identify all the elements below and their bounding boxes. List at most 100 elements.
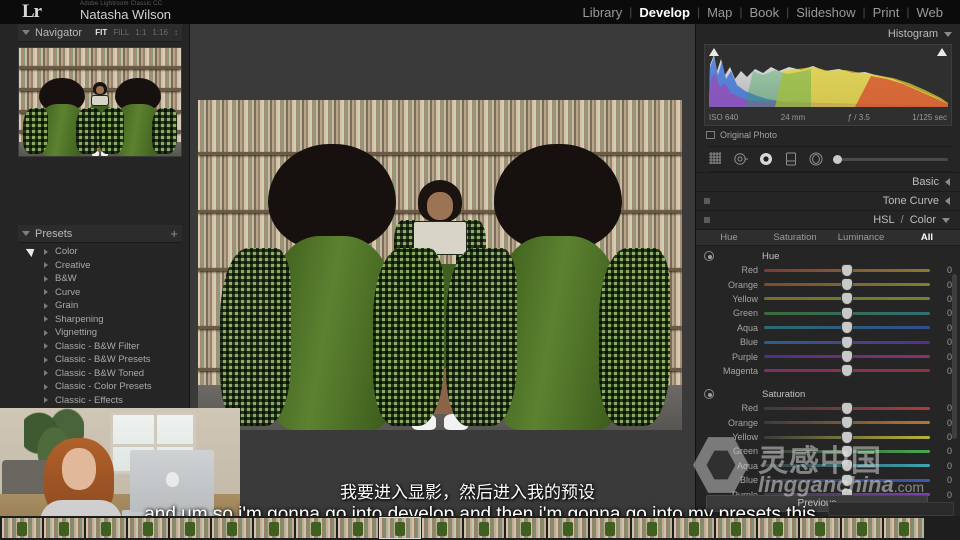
slider-sat-orange[interactable]: Orange 0 (696, 416, 960, 430)
module-map[interactable]: Map (700, 5, 739, 20)
slider-knob[interactable] (842, 403, 852, 414)
slider-knob[interactable] (842, 279, 852, 290)
image-canvas[interactable] (190, 24, 695, 516)
panel-basic[interactable]: Basic (696, 172, 960, 191)
crop-overlay-tool-icon[interactable] (708, 151, 724, 167)
tool-amount-slider-knob[interactable] (833, 155, 842, 164)
panel-enable-switch[interactable] (704, 198, 710, 204)
slider-knob[interactable] (842, 293, 852, 304)
filmstrip-thumbnail[interactable] (884, 518, 924, 538)
slider-knob[interactable] (842, 365, 852, 376)
tab-saturation[interactable]: Saturation (762, 232, 828, 243)
right-panel-scrollbar[interactable] (952, 274, 957, 439)
preset-group-creative[interactable]: Creative (18, 259, 182, 273)
navigator-header[interactable]: Navigator FIT FILL 1:1 1:16 ↕ (18, 24, 182, 42)
main-photo[interactable] (198, 100, 682, 430)
tab-all[interactable]: All (894, 232, 960, 243)
preset-group-classic-color-presets[interactable]: Classic - Color Presets (18, 380, 182, 394)
filmstrip-thumbnail[interactable] (800, 518, 840, 538)
slider-track[interactable] (764, 326, 930, 329)
red-eye-correction-tool-icon[interactable] (758, 151, 774, 167)
module-slideshow[interactable]: Slideshow (789, 5, 862, 20)
histogram-header[interactable]: Histogram (696, 24, 960, 44)
module-library[interactable]: Library (575, 5, 629, 20)
filmstrip-thumbnail[interactable] (674, 518, 714, 538)
slider-knob[interactable] (842, 337, 852, 348)
zoom-fit[interactable]: FIT (95, 28, 107, 37)
chevron-down-icon[interactable] (22, 30, 30, 35)
filmstrip-thumbnail[interactable] (422, 518, 462, 538)
radial-filter-tool-icon[interactable] (808, 151, 824, 167)
chevron-left-icon[interactable] (945, 178, 950, 186)
chevron-down-icon[interactable] (942, 218, 950, 223)
preset-group-classic-bw-presets[interactable]: Classic - B&W Presets (18, 353, 182, 367)
filmstrip-thumbnail[interactable] (758, 518, 798, 538)
filmstrip-thumbnail[interactable] (128, 518, 168, 538)
slider-track[interactable] (764, 421, 930, 424)
filmstrip-thumbnail[interactable] (716, 518, 756, 538)
slider-knob[interactable] (842, 265, 852, 276)
filmstrip[interactable] (0, 516, 960, 540)
tool-amount-slider[interactable] (833, 158, 948, 161)
filmstrip-thumbnail[interactable] (548, 518, 588, 538)
graduated-filter-tool-icon[interactable] (783, 151, 799, 167)
panel-hsl-color[interactable]: HSL / Color (696, 210, 960, 229)
slider-knob[interactable] (842, 322, 852, 333)
preset-group-vignetting[interactable]: Vignetting (18, 326, 182, 340)
slider-track[interactable] (764, 355, 930, 358)
filmstrip-thumbnail[interactable] (296, 518, 336, 538)
navigator-preview[interactable] (18, 47, 182, 157)
target-adjustment-icon[interactable] (704, 389, 714, 399)
filmstrip-thumbnail[interactable] (842, 518, 882, 538)
toolbar-control-strip[interactable] (828, 502, 954, 516)
preset-group-classic-bw-filter[interactable]: Classic - B&W Filter (18, 340, 182, 354)
filmstrip-thumbnail[interactable] (506, 518, 546, 538)
chevron-down-icon[interactable] (22, 231, 30, 236)
filmstrip-thumbnail[interactable] (254, 518, 294, 538)
panel-tone-curve[interactable]: Tone Curve (696, 191, 960, 210)
filmstrip-thumbnail[interactable] (86, 518, 126, 538)
filmstrip-thumbnail[interactable] (632, 518, 672, 538)
filmstrip-thumbnail[interactable] (2, 518, 42, 538)
tab-hue[interactable]: Hue (696, 232, 762, 243)
slider-knob[interactable] (842, 351, 852, 362)
slider-track[interactable] (764, 312, 930, 315)
module-web[interactable]: Web (910, 5, 951, 20)
shadow-clipping-indicator[interactable] (709, 48, 719, 56)
slider-track[interactable] (764, 341, 930, 344)
slider-hue-blue[interactable]: Blue 0 (696, 335, 960, 349)
original-photo-row[interactable]: Original Photo (696, 126, 960, 144)
preset-group-grain[interactable]: Grain (18, 299, 182, 313)
spot-removal-tool-icon[interactable] (733, 151, 749, 167)
preset-group-classic-effects[interactable]: Classic - Effects (18, 394, 182, 408)
preset-group-classic-bw-toned[interactable]: Classic - B&W Toned (18, 367, 182, 381)
slider-hue-red[interactable]: Red 0 (696, 263, 960, 277)
add-preset-icon[interactable]: + (170, 229, 178, 239)
presets-header[interactable]: Presets + (18, 225, 182, 243)
slider-track[interactable] (764, 407, 930, 410)
slider-hue-orange[interactable]: Orange 0 (696, 277, 960, 291)
filmstrip-thumbnail[interactable] (170, 518, 210, 538)
slider-track[interactable] (764, 283, 930, 286)
chevron-left-icon[interactable] (945, 197, 950, 205)
filmstrip-thumbnail[interactable] (44, 518, 84, 538)
preset-group-bw[interactable]: B&W (18, 272, 182, 286)
chevron-down-icon[interactable] (944, 32, 952, 37)
tab-luminance[interactable]: Luminance (828, 232, 894, 243)
slider-knob[interactable] (842, 308, 852, 319)
filmstrip-thumbnail[interactable] (464, 518, 504, 538)
filmstrip-thumbnail[interactable] (212, 518, 252, 538)
preset-group-sharpening[interactable]: Sharpening (18, 313, 182, 327)
zoom-caret-icon[interactable]: ↕ (174, 28, 178, 37)
histogram-widget[interactable]: ISO 640 24 mm ƒ / 3.5 1/125 sec (704, 44, 952, 126)
slider-hue-magenta[interactable]: Magenta 0 (696, 364, 960, 378)
slider-sat-red[interactable]: Red 0 (696, 401, 960, 415)
slider-track[interactable] (764, 269, 930, 272)
preset-group-curve[interactable]: Curve (18, 286, 182, 300)
slider-hue-purple[interactable]: Purple 0 (696, 349, 960, 363)
target-adjustment-icon[interactable] (704, 251, 714, 261)
filmstrip-thumbnail[interactable] (590, 518, 630, 538)
filmstrip-thumbnail[interactable] (338, 518, 378, 538)
slider-hue-aqua[interactable]: Aqua 0 (696, 321, 960, 335)
slider-knob[interactable] (842, 417, 852, 428)
